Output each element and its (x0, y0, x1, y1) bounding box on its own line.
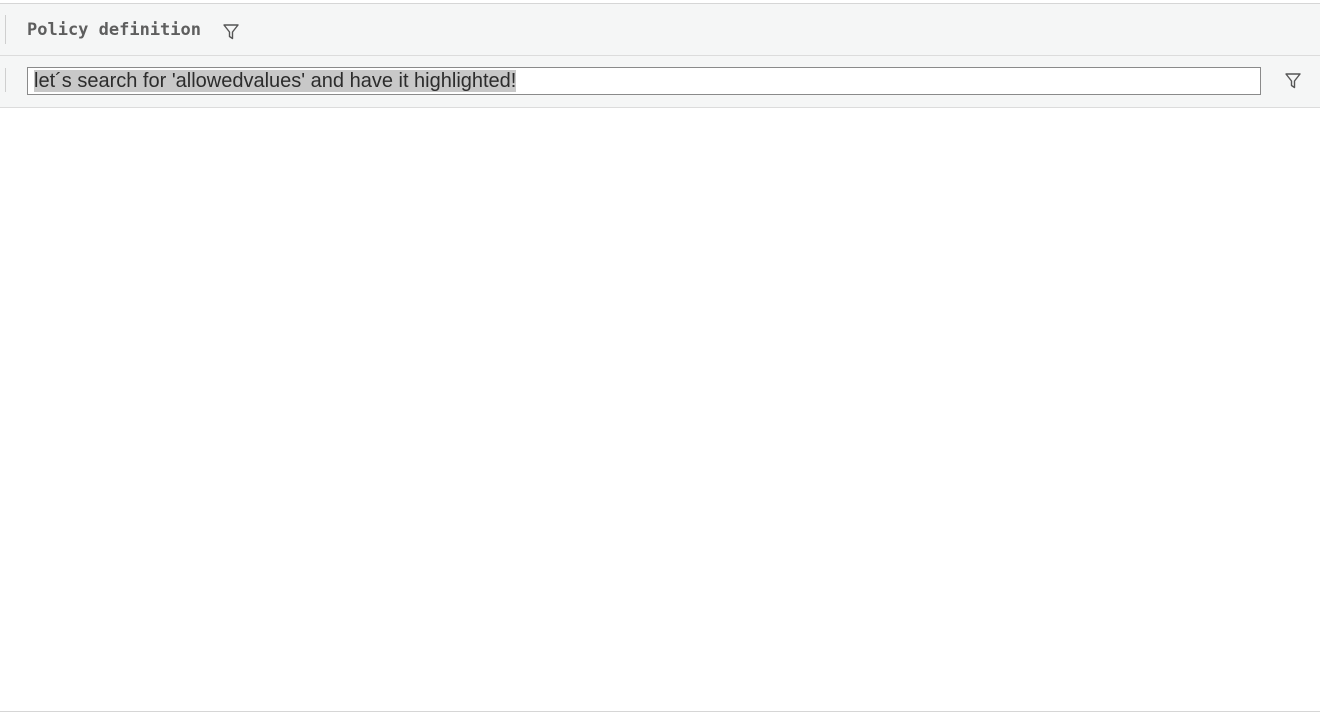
filter-icon-graphic (223, 24, 239, 40)
filter-row: let´s search for 'allowedvalues' and hav… (0, 56, 1320, 108)
column-header-policy-definition[interactable]: Policy definition (27, 19, 201, 41)
filter-icon-graphic (1285, 73, 1301, 89)
column-resize-handle[interactable] (5, 15, 6, 44)
column-header-row: Policy definition (0, 4, 1320, 56)
column-resize-handle[interactable] (5, 68, 6, 92)
filter-input[interactable]: let´s search for 'allowedvalues' and hav… (27, 67, 1261, 95)
bottom-divider (0, 711, 1320, 712)
filter-icon[interactable] (221, 22, 241, 42)
policy-grid: Policy definition let´s search for 'allo… (0, 0, 1320, 713)
filter-icon[interactable] (1283, 71, 1303, 91)
filter-input-value[interactable]: let´s search for 'allowedvalues' and hav… (34, 70, 517, 92)
